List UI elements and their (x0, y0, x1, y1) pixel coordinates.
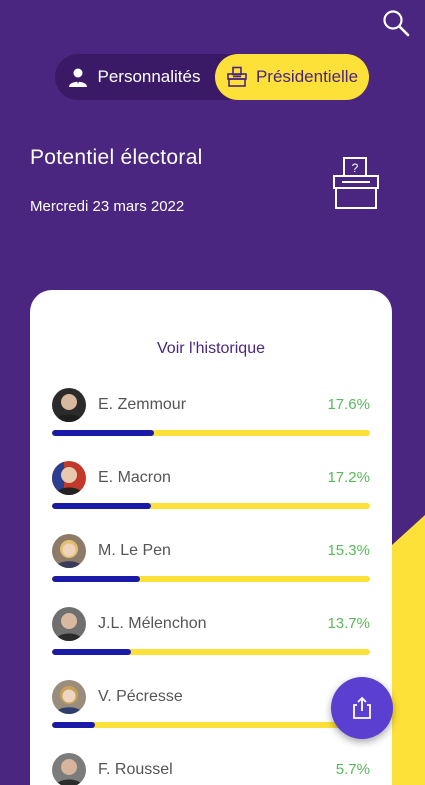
candidate-name: E. Zemmour (98, 396, 187, 413)
candidate-percent: 15.3% (327, 542, 370, 559)
avatar (52, 461, 86, 495)
candidate-bar (52, 649, 370, 655)
tab-presidentielle[interactable]: Présidentielle (215, 54, 369, 100)
candidate-row[interactable]: V. Pécresse (52, 680, 370, 736)
candidate-percent: 17.2% (327, 469, 370, 486)
candidate-name: M. Le Pen (98, 542, 171, 559)
history-link[interactable]: Voir l'historique (30, 340, 392, 358)
candidate-bar-fill (52, 503, 152, 509)
candidate-bar-fill (52, 649, 132, 655)
tab-personnalites-label: Personnalités (97, 67, 201, 86)
candidate-bar (52, 576, 370, 582)
candidate-percent: 13.7% (327, 615, 370, 632)
tab-presidentielle-label: Présidentielle (255, 67, 359, 86)
search-icon (383, 10, 410, 37)
avatar (52, 388, 86, 422)
candidate-percent: 5.7% (335, 761, 370, 778)
candidate-bar (52, 722, 370, 728)
candidate-bar-fill (52, 722, 96, 728)
candidate-row[interactable]: E. Macron 17.2% (52, 461, 370, 517)
person-icon (69, 68, 88, 87)
candidate-bar-fill (52, 576, 141, 582)
svg-text:?: ? (352, 161, 359, 175)
ballot-box-icon: ? (333, 157, 379, 209)
page-title: Potentiel électoral (30, 146, 203, 169)
candidate-name: F. Roussel (98, 761, 173, 778)
ballot-box-icon (227, 66, 247, 87)
candidate-row[interactable]: F. Roussel 5.7% (52, 753, 370, 785)
candidate-name: E. Macron (98, 469, 171, 486)
page-date: Mercredi 23 mars 2022 (30, 198, 185, 215)
candidate-row[interactable]: M. Le Pen 15.3% (52, 534, 370, 590)
candidate-name: J.L. Mélenchon (98, 615, 207, 632)
category-toggle: Personnalités Présidentielle (55, 54, 369, 100)
avatar (52, 753, 86, 785)
avatar (52, 534, 86, 568)
share-icon (353, 696, 371, 719)
candidate-name: V. Pécresse (98, 688, 183, 705)
share-button[interactable] (331, 677, 393, 739)
search-button[interactable] (381, 8, 411, 38)
candidate-percent: 17.6% (327, 396, 370, 413)
candidate-bar (52, 430, 370, 436)
candidate-bar (52, 503, 370, 509)
candidate-row[interactable]: J.L. Mélenchon 13.7% (52, 607, 370, 663)
avatar (52, 680, 86, 714)
tab-personnalites[interactable]: Personnalités (55, 54, 213, 100)
avatar (52, 607, 86, 641)
candidate-bar-fill (52, 430, 154, 436)
candidate-row[interactable]: E. Zemmour 17.6% (52, 388, 370, 444)
